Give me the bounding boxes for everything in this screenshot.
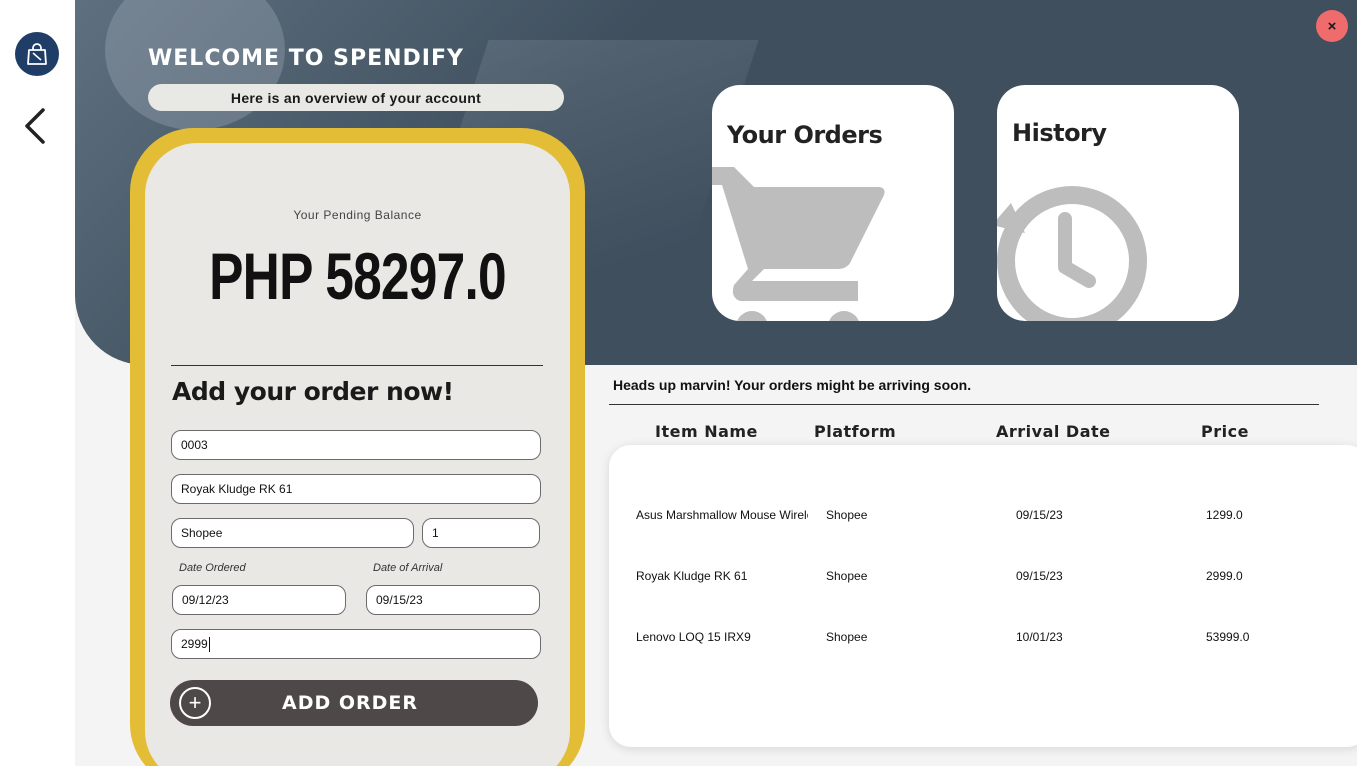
cell-platform: Shopee <box>826 508 868 522</box>
text-cursor <box>208 636 210 652</box>
arrival-notice: Heads up marvin! Your orders might be ar… <box>613 377 972 393</box>
pending-balance-label: Your Pending Balance <box>293 208 422 222</box>
your-orders-label: Your Orders <box>727 121 883 149</box>
table-row[interactable]: Asus Marshmallow Mouse Wireless Shopee 0… <box>609 500 1357 530</box>
cell-price: 2999.0 <box>1206 569 1243 583</box>
cell-arrival-date: 10/01/23 <box>1016 630 1063 644</box>
date-ordered-input[interactable]: 09/12/23 <box>172 585 346 615</box>
add-order-button[interactable]: + ADD ORDER <box>170 680 538 726</box>
table-row[interactable]: Lenovo LOQ 15 IRX9 Shopee 10/01/23 53999… <box>609 622 1357 652</box>
close-icon: × <box>1327 17 1337 35</box>
date-arrival-input[interactable]: 09/15/23 <box>366 585 540 615</box>
column-header-price: Price <box>1201 422 1249 441</box>
column-header-item-name: Item Name <box>655 422 758 441</box>
cell-item-name: Royak Kludge RK 61 <box>636 569 748 583</box>
chevron-left-icon[interactable] <box>20 106 50 146</box>
order-id-input[interactable]: 0003 <box>171 430 541 460</box>
pending-balance-amount: PHP 58297.0 <box>209 239 507 313</box>
add-order-heading: Add your order now! <box>172 377 454 406</box>
divider <box>609 404 1319 405</box>
cell-platform: Shopee <box>826 569 868 583</box>
welcome-title: WELCOME TO SPENDIFY <box>148 46 464 71</box>
orders-table <box>609 445 1357 747</box>
cell-arrival-date: 09/15/23 <box>1016 569 1063 583</box>
column-header-platform: Platform <box>814 422 897 441</box>
your-orders-tile[interactable]: Your Orders <box>712 85 954 321</box>
item-name-input[interactable]: Royak Kludge RK 61 <box>171 474 541 504</box>
history-tile[interactable]: History <box>997 85 1239 321</box>
add-order-label: ADD ORDER <box>281 692 419 714</box>
price-input[interactable]: 2999 <box>171 629 541 659</box>
platform-input[interactable]: Shopee <box>171 518 414 548</box>
column-header-arrival-date: Arrival Date <box>996 422 1111 441</box>
cell-price: 1299.0 <box>1206 508 1243 522</box>
quantity-input[interactable]: 1 <box>422 518 540 548</box>
date-ordered-label: Date Ordered <box>179 562 246 574</box>
cell-platform: Shopee <box>826 630 868 644</box>
history-label: History <box>1012 119 1107 147</box>
date-arrival-label: Date of Arrival <box>373 562 443 574</box>
close-button[interactable]: × <box>1316 10 1348 42</box>
shopping-bag-icon[interactable] <box>15 32 59 76</box>
cell-price: 53999.0 <box>1206 630 1250 644</box>
overview-subtitle: Here is an overview of your account <box>148 84 564 111</box>
cell-item-name: Lenovo LOQ 15 IRX9 <box>636 630 751 644</box>
cell-arrival-date: 09/15/23 <box>1016 508 1063 522</box>
cell-item-name: Asus Marshmallow Mouse Wireless <box>636 508 808 522</box>
table-row[interactable]: Royak Kludge RK 61 Shopee 09/15/23 2999.… <box>609 561 1357 591</box>
divider <box>171 365 543 366</box>
